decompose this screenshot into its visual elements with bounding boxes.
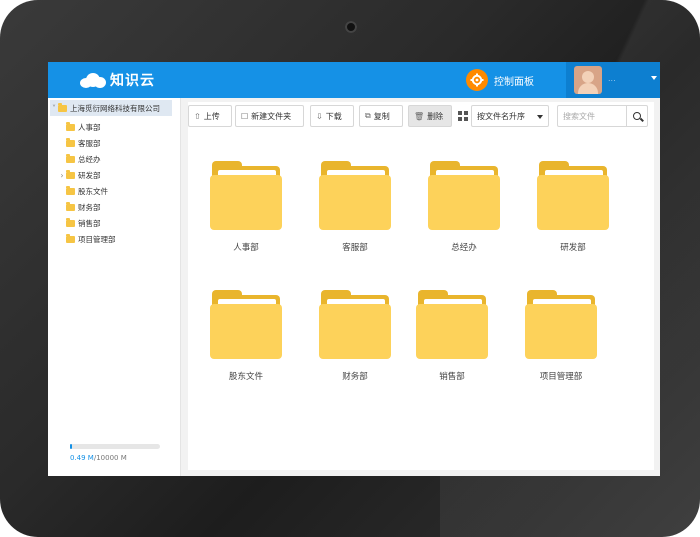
- folder-label: 销售部: [439, 372, 465, 382]
- user-name: ...: [608, 74, 616, 83]
- delete-label: 删除: [427, 111, 444, 121]
- delete-button[interactable]: 🗑 删除: [408, 105, 452, 127]
- folder-icon: [66, 201, 75, 211]
- folder-item-sales[interactable]: 销售部: [416, 289, 506, 399]
- chevron-right-icon[interactable]: ›: [58, 171, 66, 180]
- cloud-logo-icon: [80, 71, 106, 89]
- sidebar-item-label: 财务部: [78, 202, 101, 212]
- sidebar-item-hr[interactable]: 人事部: [58, 120, 101, 134]
- storage-text: 0.49 M/10000 M: [70, 454, 127, 462]
- search-input[interactable]: 搜索文件: [557, 105, 627, 127]
- app-header: 知识云 控制面板 ...: [48, 62, 660, 98]
- sidebar-item-label: 销售部: [78, 218, 101, 228]
- sidebar-item-label: 人事部: [78, 122, 101, 132]
- copy-button[interactable]: ⧉ 复制: [359, 105, 403, 127]
- search-placeholder: 搜索文件: [563, 111, 595, 121]
- tree-root-item[interactable]: ˅ 上海觅衍网络科技有限公司: [50, 100, 172, 116]
- user-menu[interactable]: ...: [566, 62, 660, 98]
- sort-value: 按文件名升序: [477, 111, 525, 121]
- storage-used: 0.49 M: [70, 454, 94, 462]
- download-label: 下载: [325, 111, 342, 121]
- tree-root-label: 上海觅衍网络科技有限公司: [70, 103, 160, 113]
- folder-label: 财务部: [342, 372, 368, 382]
- sidebar-item-label: 客服部: [78, 138, 101, 148]
- folder-icon: [416, 289, 488, 359]
- sidebar-item-shareholder-files[interactable]: 股东文件: [58, 184, 108, 198]
- folder-icon: [428, 160, 500, 230]
- new-folder-button[interactable]: ☐ 新建文件夹: [235, 105, 304, 127]
- folder-label: 研发部: [560, 243, 586, 253]
- folder-icon: [210, 289, 282, 359]
- tablet-device: 知识云 控制面板 ... ˅ 上海觅衍网络科技有限公司 人事部 客服部 总经办 …: [0, 0, 700, 537]
- folder-icon: [66, 137, 75, 147]
- storage-total: /10000 M: [93, 454, 127, 462]
- chevron-down-icon: [537, 115, 543, 119]
- upload-label: 上传: [203, 111, 220, 121]
- folder-icon: [319, 160, 391, 230]
- sidebar-item-label: 项目管理部: [78, 234, 116, 244]
- upload-icon: ⇧: [194, 111, 201, 121]
- folder-item-finance[interactable]: 财务部: [319, 289, 409, 399]
- sidebar-item-label: 股东文件: [78, 186, 108, 196]
- sidebar-item-label: 总经办: [78, 154, 101, 164]
- gear-icon: [466, 69, 488, 91]
- new-folder-icon: ☐: [241, 111, 249, 121]
- folder-item-rnd[interactable]: 研发部: [537, 160, 627, 270]
- control-panel-label: 控制面板: [494, 76, 534, 88]
- folder-tree-sidebar: ˅ 上海觅衍网络科技有限公司 人事部 客服部 总经办 › 研发部 股东文件 财务…: [48, 98, 181, 476]
- toolbar: ⇧ 上传 ☐ 新建文件夹 ⇩ 下载 ⧉ 复制 🗑 删除 按文件名升序 搜索文件: [188, 105, 654, 129]
- sort-select[interactable]: 按文件名升序: [471, 105, 549, 127]
- sidebar-item-label: 研发部: [78, 170, 101, 180]
- folder-icon: [66, 233, 75, 243]
- chevron-down-icon: [651, 76, 657, 80]
- folder-icon: [210, 160, 282, 230]
- camera-icon: [345, 21, 357, 33]
- folder-icon: [66, 153, 75, 163]
- folder-icon: [319, 289, 391, 359]
- folder-label: 人事部: [233, 243, 259, 253]
- sidebar-item-finance[interactable]: 财务部: [58, 200, 101, 214]
- download-button[interactable]: ⇩ 下载: [310, 105, 354, 127]
- upload-button[interactable]: ⇧ 上传: [188, 105, 232, 127]
- folder-icon: [66, 185, 75, 195]
- avatar: [574, 66, 602, 94]
- folder-label: 客服部: [342, 243, 368, 253]
- folder-label: 项目管理部: [539, 372, 583, 382]
- folder-item-support[interactable]: 客服部: [319, 160, 409, 270]
- sidebar-item-sales[interactable]: 销售部: [58, 216, 101, 230]
- grid-view-icon[interactable]: [458, 111, 468, 121]
- folder-item-shareholder-files[interactable]: 股东文件: [210, 289, 300, 399]
- file-browser: ⇧ 上传 ☐ 新建文件夹 ⇩ 下载 ⧉ 复制 🗑 删除 按文件名升序 搜索文件 …: [188, 102, 654, 470]
- folder-label: 股东文件: [228, 372, 263, 382]
- app-logo[interactable]: 知识云: [80, 70, 155, 90]
- copy-icon: ⧉: [365, 111, 371, 120]
- folder-icon: [66, 217, 75, 227]
- folder-icon: [66, 169, 75, 179]
- app-screen: 知识云 控制面板 ... ˅ 上海觅衍网络科技有限公司 人事部 客服部 总经办 …: [48, 62, 660, 476]
- folder-item-hr[interactable]: 人事部: [210, 160, 300, 270]
- logo-text: 知识云: [110, 73, 155, 89]
- folder-item-executive[interactable]: 总经办: [428, 160, 518, 270]
- copy-label: 复制: [373, 111, 390, 121]
- folder-icon: [525, 289, 597, 359]
- sidebar-item-rnd[interactable]: › 研发部: [58, 168, 101, 182]
- folder-icon: [537, 160, 609, 230]
- download-icon: ⇩: [316, 111, 323, 121]
- folder-icon: [58, 102, 67, 112]
- storage-progress-fill: [70, 444, 72, 449]
- storage-progress-bar: [70, 444, 160, 449]
- sidebar-item-support[interactable]: 客服部: [58, 136, 101, 150]
- search-button[interactable]: [626, 105, 648, 127]
- search-icon: [633, 112, 641, 120]
- control-panel-button[interactable]: 控制面板: [466, 68, 534, 92]
- sidebar-item-project-mgmt[interactable]: 项目管理部: [58, 232, 116, 246]
- folder-item-project-mgmt[interactable]: 项目管理部: [525, 289, 615, 399]
- folder-label: 总经办: [451, 243, 477, 253]
- chevron-down-icon[interactable]: ˅: [50, 104, 58, 113]
- new-folder-label: 新建文件夹: [251, 111, 292, 121]
- sidebar-item-executive[interactable]: 总经办: [58, 152, 101, 166]
- trash-icon: 🗑: [414, 111, 425, 121]
- folder-icon: [66, 121, 75, 131]
